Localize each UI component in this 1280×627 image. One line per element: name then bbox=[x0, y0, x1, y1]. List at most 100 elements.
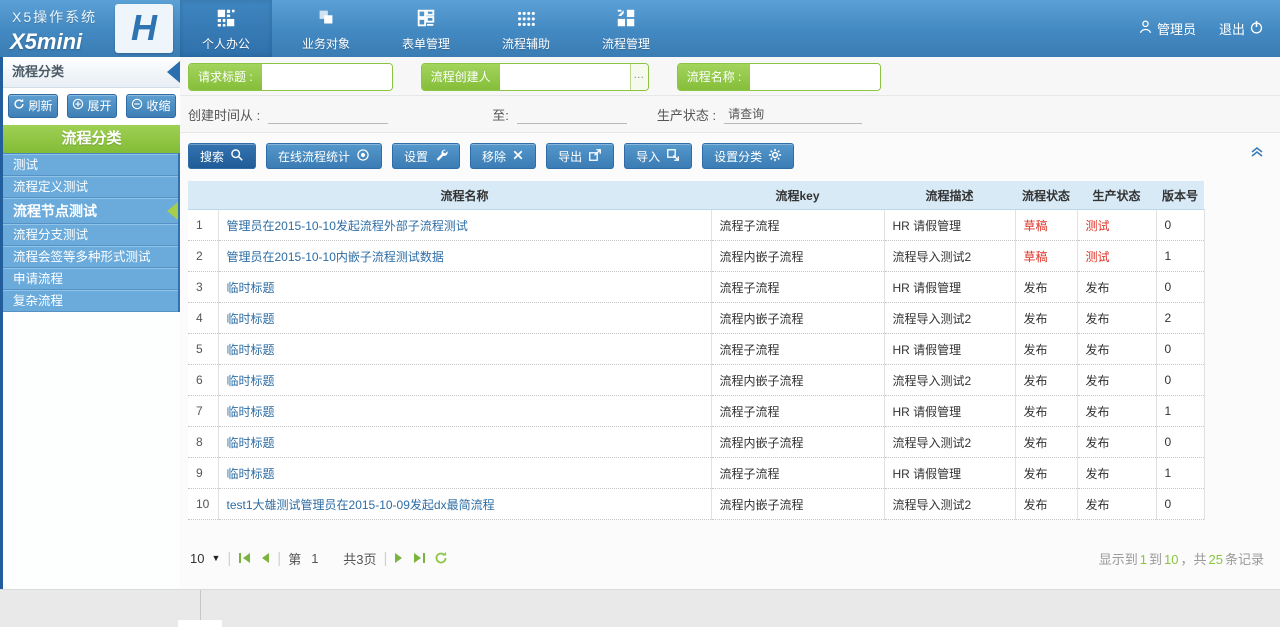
process-creator-field: 流程创建人 … bbox=[421, 63, 649, 91]
pager-right-arrows bbox=[394, 551, 448, 565]
page-size-value: 10 bbox=[190, 551, 204, 566]
prod-status-input[interactable] bbox=[724, 105, 862, 124]
process-creator-input[interactable] bbox=[500, 64, 630, 90]
request-title-input[interactable] bbox=[262, 64, 392, 90]
tab-process-assist[interactable]: 流程辅助 bbox=[480, 0, 572, 57]
column-header[interactable]: 生产状态 bbox=[1077, 181, 1156, 210]
prod-status-cell: 发布 bbox=[1077, 334, 1156, 365]
process-status-cell: 发布 bbox=[1015, 458, 1077, 489]
request-title-field: 请求标题 : bbox=[188, 63, 393, 91]
collapse-button[interactable]: 收缩 bbox=[126, 94, 176, 118]
table-row[interactable]: 3临时标题流程子流程HR 请假管理发布发布0 bbox=[188, 272, 1204, 303]
process-name-link[interactable]: 临时标题 bbox=[227, 374, 275, 388]
process-name-cell: 临时标题 bbox=[218, 365, 711, 396]
column-header[interactable]: 流程描述 bbox=[884, 181, 1015, 210]
button-label: 在线流程统计 bbox=[278, 148, 350, 165]
table-row[interactable]: 4临时标题流程内嵌子流程流程导入测试2发布发布2 bbox=[188, 303, 1204, 334]
remove-button[interactable]: 移除 bbox=[470, 143, 536, 169]
import-button[interactable]: 导入 bbox=[624, 143, 692, 169]
sidebar-item-7[interactable]: 复杂流程 bbox=[3, 290, 178, 312]
first-page-icon[interactable] bbox=[238, 552, 251, 564]
table-row[interactable]: 2管理员在2015-10-10内嵌子流程测试数据流程内嵌子流程流程导入测试2草稿… bbox=[188, 241, 1204, 272]
expand-button[interactable]: 展开 bbox=[67, 94, 117, 118]
process-name-link[interactable]: 临时标题 bbox=[227, 467, 275, 481]
divider: | bbox=[227, 550, 231, 567]
tab-personal-office[interactable]: 个人办公 bbox=[180, 0, 272, 57]
process-name-input[interactable] bbox=[750, 64, 880, 90]
process-name-link[interactable]: 临时标题 bbox=[227, 436, 275, 450]
process-name-link[interactable]: 管理员在2015-10-10发起流程外部子流程测试 bbox=[227, 219, 468, 233]
footer-resize-handle[interactable] bbox=[178, 620, 222, 627]
sidebar-item-6[interactable]: 申请流程 bbox=[3, 268, 178, 290]
tab-label: 流程管理 bbox=[580, 35, 672, 52]
table-body: 1管理员在2015-10-10发起流程外部子流程测试流程子流程HR 请假管理草稿… bbox=[188, 210, 1204, 520]
table-row[interactable]: 6临时标题流程内嵌子流程流程导入测试2发布发布0 bbox=[188, 365, 1204, 396]
sidebar-item-2[interactable]: 流程定义测试 bbox=[3, 176, 178, 198]
chevron-up-icon[interactable] bbox=[1250, 145, 1264, 163]
process-name-link[interactable]: 临时标题 bbox=[227, 312, 275, 326]
process-name-link[interactable]: test1大雄测试管理员在2015-10-09发起dx最简流程 bbox=[227, 498, 495, 512]
tab-form-management[interactable]: 表单管理 bbox=[380, 0, 472, 57]
version-cell: 0 bbox=[1156, 427, 1204, 458]
table-row[interactable]: 5临时标题流程子流程HR 请假管理发布发布0 bbox=[188, 334, 1204, 365]
date-from-input[interactable] bbox=[268, 105, 388, 124]
column-header[interactable]: 流程名称 bbox=[218, 181, 711, 210]
date-to-input[interactable] bbox=[517, 105, 627, 124]
search-button[interactable]: 搜索 bbox=[188, 143, 256, 169]
process-name-link[interactable]: 管理员在2015-10-10内嵌子流程测试数据 bbox=[227, 250, 444, 264]
export-button[interactable]: 导出 bbox=[546, 143, 614, 169]
page-size-select[interactable]: 10 ▼ bbox=[190, 551, 220, 566]
table-row[interactable]: 9临时标题流程子流程HR 请假管理发布发布1 bbox=[188, 458, 1204, 489]
logout-button[interactable]: 退出 bbox=[1219, 19, 1264, 38]
row-number-cell: 10 bbox=[188, 489, 218, 520]
prod-status-cell: 测试 bbox=[1077, 210, 1156, 241]
table-row[interactable]: 10test1大雄测试管理员在2015-10-09发起dx最简流程流程内嵌子流程… bbox=[188, 489, 1204, 520]
process-status-cell: 发布 bbox=[1015, 396, 1077, 427]
creator-picker-button[interactable]: … bbox=[630, 64, 648, 90]
column-header[interactable]: 版本号 bbox=[1156, 181, 1204, 210]
summary-from: 1 bbox=[1140, 552, 1147, 567]
process-name-link[interactable]: 临时标题 bbox=[227, 281, 275, 295]
sidebar-item-3[interactable]: 流程节点测试 bbox=[3, 198, 178, 224]
arrow-left-icon[interactable] bbox=[167, 61, 180, 83]
process-name-link[interactable]: 临时标题 bbox=[227, 405, 275, 419]
prod-status-cell: 测试 bbox=[1077, 241, 1156, 272]
row-number-cell: 3 bbox=[188, 272, 218, 303]
process-key-cell: 流程内嵌子流程 bbox=[711, 365, 884, 396]
version-cell: 0 bbox=[1156, 210, 1204, 241]
refresh-button[interactable]: 刷新 bbox=[8, 94, 58, 118]
expand-icon bbox=[72, 96, 84, 117]
process-status-cell: 发布 bbox=[1015, 303, 1077, 334]
column-header[interactable]: 流程key bbox=[711, 181, 884, 210]
table-row[interactable]: 7临时标题流程子流程HR 请假管理发布发布1 bbox=[188, 396, 1204, 427]
settings-button[interactable]: 设置 bbox=[392, 143, 460, 169]
process-name-cell: 临时标题 bbox=[218, 458, 711, 489]
button-label: 移除 bbox=[482, 148, 506, 165]
button-label: 导入 bbox=[636, 148, 660, 165]
reload-icon[interactable] bbox=[434, 551, 448, 565]
next-page-icon[interactable] bbox=[394, 552, 405, 564]
sidebar-item-4[interactable]: 流程分支测试 bbox=[3, 224, 178, 246]
date-to-label: 至: bbox=[492, 105, 509, 124]
process-name-field: 流程名称 : bbox=[677, 63, 882, 91]
table-row[interactable]: 8临时标题流程内嵌子流程流程导入测试2发布发布0 bbox=[188, 427, 1204, 458]
current-user[interactable]: 管理员 bbox=[1138, 19, 1196, 38]
sidebar-item-1[interactable]: 测试 bbox=[3, 154, 178, 176]
tab-process-management[interactable]: 流程管理 bbox=[580, 0, 672, 57]
prod-status-cell: 发布 bbox=[1077, 489, 1156, 520]
prev-page-icon[interactable] bbox=[259, 552, 270, 564]
set-category-button[interactable]: 设置分类 bbox=[702, 143, 794, 169]
current-page-input[interactable] bbox=[309, 550, 335, 567]
button-label: 导出 bbox=[558, 148, 582, 165]
column-header[interactable]: 流程状态 bbox=[1015, 181, 1077, 210]
sidebar-item-5[interactable]: 流程会签等多种形式测试 bbox=[3, 246, 178, 268]
divider: | bbox=[277, 550, 281, 567]
last-page-icon[interactable] bbox=[413, 552, 426, 564]
online-process-stats-button[interactable]: 在线流程统计 bbox=[266, 143, 382, 169]
tab-business-objects[interactable]: 业务对象 bbox=[280, 0, 372, 57]
row-number-cell: 8 bbox=[188, 427, 218, 458]
table-row[interactable]: 1管理员在2015-10-10发起流程外部子流程测试流程子流程HR 请假管理草稿… bbox=[188, 210, 1204, 241]
summary-text: 到 bbox=[1149, 552, 1162, 567]
process-name-link[interactable]: 临时标题 bbox=[227, 343, 275, 357]
total-pages: 共3页 bbox=[343, 549, 376, 568]
